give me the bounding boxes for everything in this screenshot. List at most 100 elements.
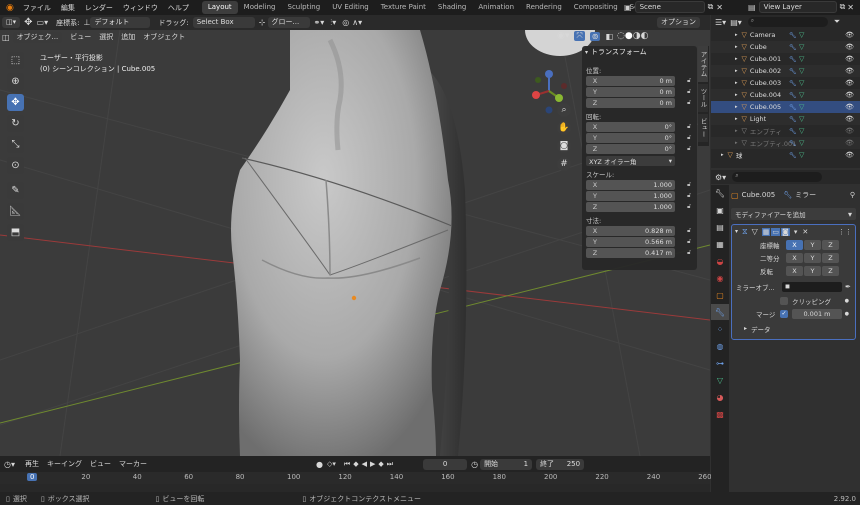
menu-render[interactable]: レンダー — [80, 3, 118, 13]
lock-icon[interactable]: 🔓︎ — [687, 88, 691, 96]
timeline-editor-icon[interactable]: ◷▾ — [4, 460, 15, 469]
timeline-view-menu[interactable]: ビュー — [86, 459, 115, 469]
jump-start-icon[interactable]: ⏮ — [344, 460, 350, 469]
tool-tab-icon[interactable]: 🔧︎ — [711, 185, 729, 201]
display-mode-icon[interactable]: ▤▾ — [730, 18, 742, 27]
end-frame-field[interactable]: 終了 250 — [536, 458, 585, 470]
merge-keyframe-dot[interactable]: ● — [845, 311, 849, 317]
world-tab-icon[interactable]: ◉ — [711, 270, 729, 286]
visibility-eye-icon[interactable]: 👁︎ — [845, 31, 854, 39]
outliner-item[interactable]: ▸ ▽ Cube.003 🔧︎ ▽ 👁︎ — [711, 77, 860, 89]
falloff-icon[interactable]: ∧▾ — [352, 18, 362, 27]
tab-layout[interactable]: Layout — [201, 1, 238, 14]
dimension-y-field[interactable]: Y 0.566 m — [586, 237, 675, 247]
measure-tool-icon[interactable]: 📐︎ — [7, 203, 24, 220]
expand-arrow-icon[interactable]: ▸ — [735, 128, 738, 134]
menu-help[interactable]: ヘルプ — [163, 3, 194, 13]
particles-tab-icon[interactable]: ⁘ — [711, 321, 729, 337]
eyedropper-icon[interactable]: ✒ — [845, 283, 851, 291]
outliner-item[interactable]: ▸ ▽ Cube.001 🔧︎ ▽ 👁︎ — [711, 53, 860, 65]
editor-type-icon[interactable]: ◫▾ — [2, 17, 21, 28]
rotate-tool-icon[interactable]: ↻ — [7, 115, 24, 132]
timeline-scrollbar[interactable] — [0, 484, 710, 492]
lock-icon[interactable]: 🔓︎ — [687, 145, 691, 153]
dimension-z-field[interactable]: Z 0.417 m — [586, 248, 675, 258]
expand-arrow-icon[interactable]: ▸ — [735, 116, 738, 122]
xray-icon[interactable]: ◧ — [605, 32, 613, 41]
rotation-y-field[interactable]: Y 0° — [586, 133, 675, 143]
snap-icon[interactable]: ⚭▾ — [314, 18, 325, 27]
visibility-eye-icon[interactable]: 👁︎ — [845, 127, 854, 135]
bisect-x-button[interactable]: X — [786, 252, 803, 263]
collapse-arrow-icon[interactable]: ▾ — [585, 49, 588, 56]
data-tab-icon[interactable]: ▽ — [711, 372, 729, 388]
viewport-toggle-icon[interactable]: ▭ — [771, 227, 781, 236]
render-tab-icon[interactable]: ▣ — [711, 202, 729, 218]
location-z-field[interactable]: Z 0 m — [586, 98, 675, 108]
outliner-item[interactable]: ▸ ▽ Cube.005 🔧︎ ▽ 👁︎ — [711, 101, 860, 113]
visibility-eye-icon[interactable]: 👁︎ — [845, 67, 854, 75]
jump-end-icon[interactable]: ⏭ — [387, 460, 393, 469]
axis-z-button[interactable]: Z — [822, 239, 839, 250]
scene-field[interactable]: Scene — [634, 1, 705, 13]
shading-rendered-icon[interactable]: ◐ — [641, 31, 649, 41]
outliner-editor-icon[interactable]: ☰▾ — [715, 18, 726, 27]
play-icon[interactable]: ▶ — [370, 460, 375, 468]
pivot-dropdown[interactable]: グロー... — [267, 17, 310, 28]
tab-texture-paint[interactable]: Texture Paint — [375, 1, 432, 14]
delete-scene-icon[interactable]: ✕ — [716, 3, 723, 12]
visibility-eye-icon[interactable]: 👁︎ — [845, 103, 854, 111]
view-layer-field[interactable]: View Layer — [758, 1, 837, 13]
lock-icon[interactable]: 🔓︎ — [687, 203, 691, 211]
expand-arrow-icon[interactable]: ▸ — [735, 80, 738, 86]
menu-edit[interactable]: 編集 — [56, 3, 80, 13]
shading-wireframe-icon[interactable]: ◌ — [617, 31, 625, 41]
visibility-eye-icon[interactable]: 👁︎ — [845, 151, 854, 159]
prev-key-icon[interactable]: ◆ — [353, 460, 358, 468]
render-toggle-icon[interactable]: ◙ — [781, 227, 790, 236]
material-tab-icon[interactable]: ◕ — [711, 389, 729, 405]
editmode-toggle-icon[interactable]: ▦ — [761, 227, 771, 236]
visibility-eye-icon[interactable]: 👁︎ — [845, 55, 854, 63]
scale-z-field[interactable]: Z 1.000 — [586, 202, 675, 212]
keyframe-icon[interactable]: ◇▾ — [327, 460, 336, 468]
cursor-tool-icon[interactable]: ⊕ — [7, 73, 24, 90]
lock-icon[interactable]: 🔓︎ — [687, 238, 691, 246]
outliner-item[interactable]: ▸ ▽ Light 🔧︎ ▽ 👁︎ — [711, 113, 860, 125]
mirror-object-field[interactable]: ◼ — [782, 282, 842, 292]
menu-file[interactable]: ファイル — [18, 3, 56, 13]
visibility-eye-icon[interactable]: 👁︎ — [845, 43, 854, 51]
properties-search-input[interactable]: ⌕ — [732, 172, 823, 182]
lock-icon[interactable]: 🔓︎ — [687, 249, 691, 257]
expand-arrow-icon[interactable]: ▸ — [735, 56, 738, 62]
marker-menu[interactable]: マーカー — [115, 459, 151, 469]
next-key-icon[interactable]: ◆ — [378, 460, 383, 468]
lock-icon[interactable]: 🔓︎ — [687, 99, 691, 107]
tab-modeling[interactable]: Modeling — [238, 1, 282, 14]
visibility-eye-icon[interactable]: 👁︎ — [845, 139, 854, 147]
filter-icon[interactable]: ⏷ — [834, 17, 840, 27]
menu-object[interactable]: オブジェクト — [139, 32, 189, 42]
snap-target-icon[interactable]: ⫶▾ — [330, 18, 336, 28]
outliner-item[interactable]: ▸ ▽ Camera 🔧︎ ▽ 👁︎ — [711, 29, 860, 41]
add-cube-tool-icon[interactable]: ⬒ — [7, 224, 24, 241]
new-scene-icon[interactable]: ⧉ — [708, 2, 714, 12]
orientation-dropdown[interactable]: デフォルト — [90, 17, 151, 28]
flip-z-button[interactable]: Z — [822, 265, 839, 276]
select-mode-icon[interactable]: ▭▾ — [37, 18, 49, 27]
scale-y-field[interactable]: Y 1.000 — [586, 191, 675, 201]
expand-arrow-icon[interactable]: ▸ — [735, 68, 738, 74]
remove-modifier-icon[interactable]: ✕ — [802, 228, 808, 236]
shading-solid-icon[interactable]: ● — [625, 31, 633, 41]
menu-window[interactable]: ウィンドウ — [118, 3, 163, 13]
transform-tool-icon[interactable]: ⊙ — [7, 157, 24, 174]
menu-add[interactable]: 追加 — [117, 32, 139, 42]
flip-y-button[interactable]: Y — [804, 265, 821, 276]
expand-arrow-icon[interactable]: ▸ — [735, 32, 738, 38]
properties-editor-icon[interactable]: ⚙▾ — [715, 173, 726, 182]
rotation-x-field[interactable]: X 0° — [586, 122, 675, 132]
tab-sculpting[interactable]: Sculpting — [282, 1, 327, 14]
visibility-icon[interactable]: ◉▾ — [557, 31, 569, 41]
tab-tool[interactable]: ツール — [698, 84, 708, 112]
tab-compositing[interactable]: Compositing — [568, 1, 624, 14]
